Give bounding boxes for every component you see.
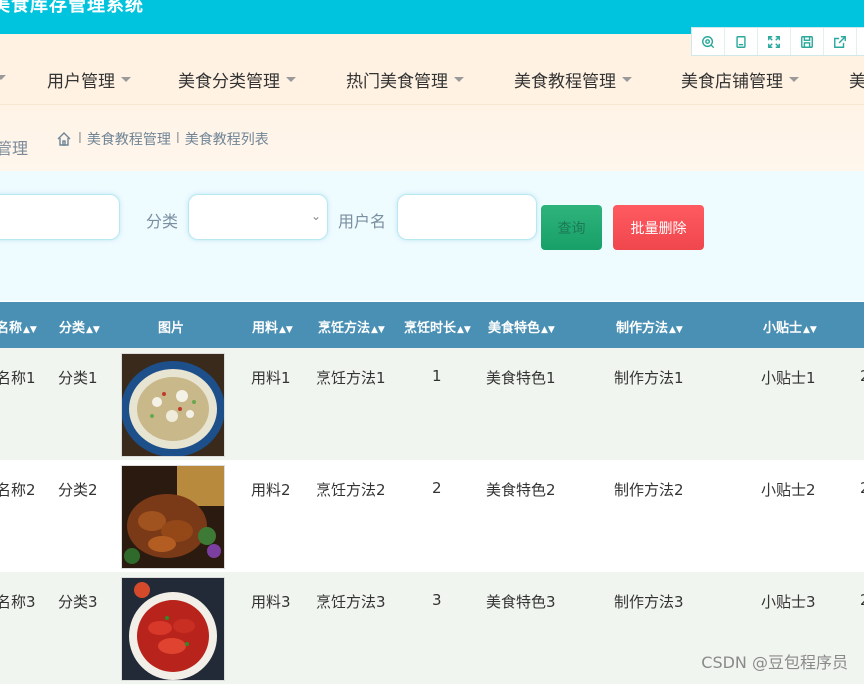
- chevron-down-icon: ⌄: [310, 209, 321, 223]
- cell-name: 名称2: [0, 481, 36, 499]
- username-input[interactable]: [397, 194, 537, 240]
- column-header-duration[interactable]: 烹饪时长▲▼: [404, 317, 471, 336]
- search-button[interactable]: 查询: [541, 205, 602, 250]
- chevron-down-icon: [286, 77, 296, 82]
- sort-icon[interactable]: ▲▼: [669, 325, 683, 335]
- food-image: [121, 465, 225, 569]
- cell-category: 分类2: [58, 481, 98, 499]
- sort-icon[interactable]: ▲▼: [86, 325, 100, 335]
- sort-icon[interactable]: ▲▼: [541, 325, 555, 335]
- sort-icon[interactable]: ▲▼: [803, 325, 817, 335]
- chevron-down-icon: [454, 77, 464, 82]
- page-icon[interactable]: [725, 28, 758, 55]
- chevron-down-icon: [622, 77, 632, 82]
- column-header-image: 图片: [158, 321, 185, 336]
- save-icon[interactable]: [791, 28, 824, 55]
- nav-item-more[interactable]: 美: [849, 67, 864, 92]
- cell-name: 名称1: [0, 369, 36, 387]
- column-header-feature[interactable]: 美食特色▲▼: [488, 317, 555, 336]
- breadcrumb-separator: l: [175, 131, 180, 147]
- nav-item-food-shop[interactable]: 美食店铺管理: [681, 67, 799, 92]
- column-header-recipe[interactable]: 制作方法▲▼: [616, 317, 683, 336]
- fullscreen-icon[interactable]: [758, 28, 791, 55]
- cell-extra: 2: [860, 591, 864, 609]
- toolbox: [691, 27, 864, 56]
- cell-name: 名称3: [0, 593, 36, 611]
- column-header-name[interactable]: 名称▲▼: [0, 317, 37, 336]
- nav-item-user-management[interactable]: 用户管理: [47, 67, 131, 92]
- cell-method: 烹饪方法1: [316, 369, 386, 387]
- cell-tip: 小贴士1: [761, 369, 816, 387]
- nav-item-label: 美: [849, 72, 864, 92]
- nav-item-label: 美食分类管理: [178, 72, 280, 92]
- name-input[interactable]: [0, 194, 120, 240]
- zoom-icon[interactable]: [692, 28, 725, 55]
- username-label: 用户名: [338, 212, 387, 231]
- cell-duration: 1: [432, 367, 442, 385]
- cell-recipe: 制作方法1: [614, 369, 684, 387]
- cell-method: 烹饪方法3: [316, 593, 386, 611]
- column-header-method[interactable]: 烹饪方法▲▼: [318, 317, 385, 336]
- column-header-category[interactable]: 分类▲▼: [59, 317, 100, 336]
- cell-category: 分类1: [58, 369, 98, 387]
- chevron-down-icon: [0, 75, 6, 80]
- cell-material: 用料3: [251, 593, 291, 611]
- cell-tip: 小贴士3: [761, 593, 816, 611]
- food-image: [121, 353, 225, 457]
- table-row[interactable]: 名称2 分类2 用料2 烹饪方法2 2 美食特色2 制作方法2 小贴士2 2: [0, 460, 864, 572]
- cell-method: 烹饪方法2: [316, 481, 386, 499]
- food-tutorial-table: 名称▲▼ 分类▲▼ 图片 用料▲▼ 烹饪方法▲▼ 烹饪时长▲▼ 美食特色▲▼ 制…: [0, 302, 864, 684]
- breadcrumb: l 美食教程管理 l 美食教程列表: [56, 129, 269, 149]
- cell-recipe: 制作方法2: [614, 481, 684, 499]
- search-panel: 分类 ⌄ 用户名 查询 批量删除: [0, 171, 864, 301]
- batch-delete-button[interactable]: 批量删除: [613, 205, 704, 250]
- cell-extra: 2: [860, 367, 864, 385]
- cell-extra: 2: [860, 479, 864, 497]
- cell-material: 用料1: [251, 369, 291, 387]
- nav-item-label: 美食教程管理: [514, 72, 616, 92]
- category-label: 分类: [146, 212, 179, 231]
- breadcrumb-bar: 管理 l 美食教程管理 l 美食教程列表: [0, 105, 864, 171]
- cell-feature: 美食特色2: [486, 481, 556, 499]
- cell-feature: 美食特色3: [486, 593, 556, 611]
- page-heading: 管理: [0, 139, 29, 158]
- watermark: CSDN @豆包程序员: [701, 653, 848, 672]
- table-row[interactable]: 名称1 分类1 用料1 烹饪方法1 1 美食特色1 制作方法1 小贴士1 2: [0, 348, 864, 460]
- app-title: 美食库存管理系统: [0, 0, 144, 16]
- nav-item-hot-food[interactable]: 热门美食管理: [346, 67, 464, 92]
- breadcrumb-separator: l: [78, 131, 82, 147]
- sort-icon[interactable]: ▲▼: [23, 325, 37, 335]
- sort-icon[interactable]: ▲▼: [279, 325, 293, 335]
- category-select[interactable]: ⌄: [188, 194, 328, 240]
- cell-material: 用料2: [251, 481, 291, 499]
- table-header: 名称▲▼ 分类▲▼ 图片 用料▲▼ 烹饪方法▲▼ 烹饪时长▲▼ 美食特色▲▼ 制…: [0, 302, 864, 348]
- sort-icon[interactable]: ▲▼: [371, 325, 385, 335]
- breadcrumb-item: 美食教程列表: [184, 132, 269, 148]
- breadcrumb-item[interactable]: 美食教程管理: [87, 129, 171, 149]
- nav-item-food-category[interactable]: 美食分类管理: [178, 67, 296, 92]
- sort-icon[interactable]: ▲▼: [457, 325, 471, 335]
- share-icon[interactable]: [824, 28, 857, 55]
- nav-item-label: 美食店铺管理: [681, 72, 783, 92]
- cell-category: 分类3: [58, 593, 98, 611]
- nav-item-label: 用户管理: [47, 72, 115, 92]
- cell-feature: 美食特色1: [486, 369, 556, 387]
- chevron-down-icon: [789, 77, 799, 82]
- cell-duration: 2: [432, 479, 442, 497]
- nav-item-label: 热门美食管理: [346, 72, 448, 92]
- cell-tip: 小贴士2: [761, 481, 816, 499]
- home-icon[interactable]: [56, 131, 72, 147]
- food-image: [121, 577, 225, 681]
- column-header-material[interactable]: 用料▲▼: [252, 317, 293, 336]
- chevron-down-icon: [121, 77, 131, 82]
- cell-duration: 3: [432, 591, 442, 609]
- nav-item-food-tutorial[interactable]: 美食教程管理: [514, 67, 632, 92]
- column-header-tip[interactable]: 小贴士▲▼: [763, 317, 817, 336]
- cell-recipe: 制作方法3: [614, 593, 684, 611]
